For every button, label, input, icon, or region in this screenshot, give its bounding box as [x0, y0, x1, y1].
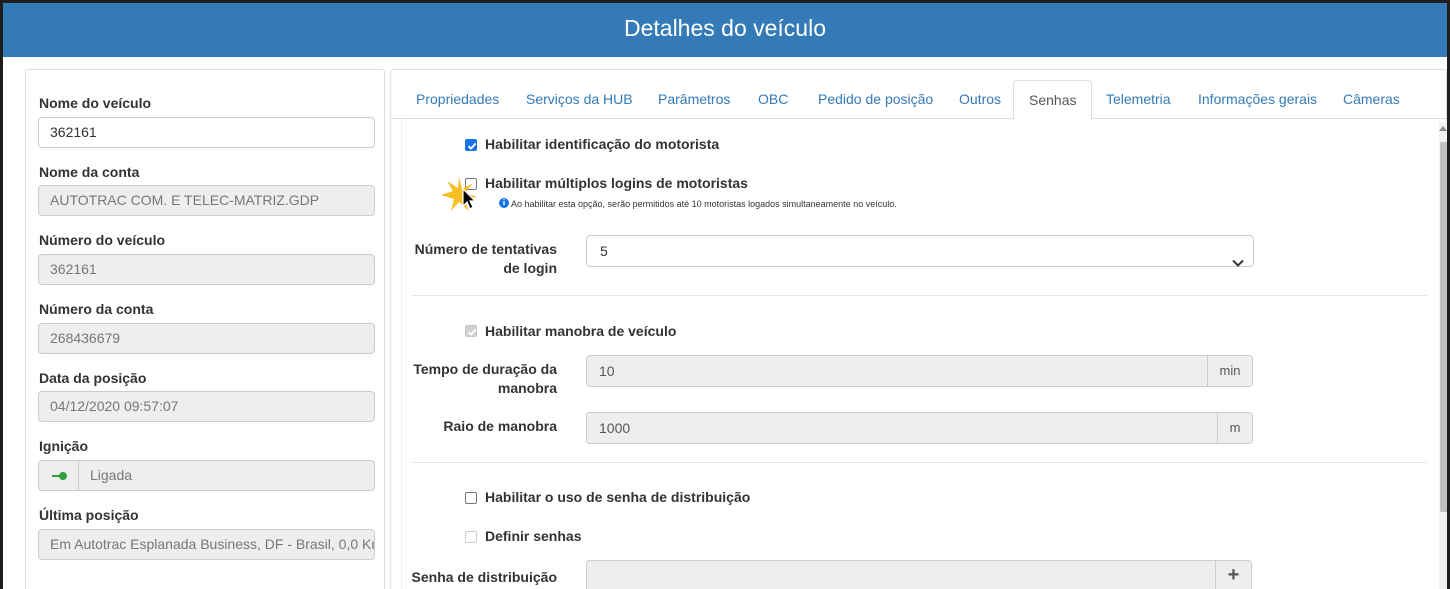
page-title: Detalhes do veículo	[623, 15, 826, 41]
account-name-field: AUTOTRAC COM. E TELEC-MATRIZ.GDP	[38, 185, 375, 216]
ignition-value: Ligada	[90, 467, 133, 483]
maneuver-radius-input[interactable]: 1000 m	[586, 412, 1253, 444]
vehicle-name-input[interactable]: 362161	[38, 117, 375, 148]
define-pwd-label: Definir senhas	[485, 528, 582, 544]
chevron-down-icon	[1232, 247, 1244, 277]
scrollbar-thumb[interactable]	[1440, 142, 1447, 512]
maneuver-label: Habilitar manobra de veículo	[485, 323, 677, 339]
account-number-field: 268436679	[38, 323, 375, 354]
driver-id-checkbox[interactable]	[465, 139, 477, 151]
content-scrollbar[interactable]	[1439, 122, 1447, 589]
vehicle-settings-panel: Propriedades Serviços da HUB Parâmetros …	[390, 69, 1447, 589]
ignition-label: Ignição	[39, 438, 89, 454]
vehicle-number-field: 362161	[38, 254, 375, 285]
maneuver-radius-label: Raio de manobra	[443, 418, 557, 434]
maneuver-duration-value: 10	[599, 363, 615, 379]
tab-pedido-posicao[interactable]: Pedido de posição	[803, 80, 948, 120]
section-divider	[412, 462, 1427, 463]
tab-telemetria[interactable]: Telemetria	[1091, 80, 1186, 120]
window-frame: Detalhes do veículo Nome do veículo 3621…	[0, 0, 1450, 589]
info-icon: i	[499, 198, 509, 208]
tab-obc[interactable]: OBC	[743, 80, 803, 120]
multi-login-label: Habilitar múltiplos logins de motoristas	[485, 175, 748, 191]
tab-senhas[interactable]: Senhas	[1013, 80, 1093, 120]
key-icon	[39, 461, 79, 490]
login-attempts-value: 5	[600, 243, 608, 259]
page-header: Detalhes do veículo	[3, 3, 1447, 57]
maneuver-duration-label-line1: Tempo de duração da	[413, 361, 557, 377]
account-number-label: Número da conta	[39, 301, 154, 317]
login-attempts-label: Número de tentativas de login	[407, 240, 557, 278]
position-date-label: Data da posição	[39, 370, 147, 386]
last-position-label: Última posição	[39, 507, 139, 523]
tab-servicos-hub[interactable]: Serviços da HUB	[511, 80, 648, 120]
maneuver-duration-label-line2: manobra	[497, 380, 557, 396]
add-password-button[interactable]: +	[1215, 561, 1251, 589]
vehicle-info-panel: Nome do veículo 362161 Nome da conta AUT…	[25, 69, 385, 589]
tab-cameras[interactable]: Câmeras	[1328, 80, 1415, 120]
account-name-label: Nome da conta	[39, 164, 140, 180]
tab-propriedades[interactable]: Propriedades	[401, 80, 514, 120]
position-date-field: 04/12/2020 09:57:07	[38, 391, 375, 422]
maneuver-checkbox[interactable]	[465, 325, 477, 337]
maneuver-duration-unit: min	[1207, 356, 1252, 386]
maneuver-radius-value: 1000	[599, 420, 631, 436]
multi-login-hint: Ao habilitar esta opção, serão permitido…	[511, 199, 897, 209]
tab-parametros[interactable]: Parâmetros	[643, 80, 745, 120]
login-attempts-label-line1: Número de tentativas	[414, 241, 557, 257]
login-attempts-label-line2: de login	[503, 260, 557, 276]
maneuver-duration-label: Tempo de duração da manobra	[407, 360, 557, 398]
login-attempts-select[interactable]: 5	[586, 235, 1254, 267]
driver-id-label: Habilitar identificação do motorista	[485, 136, 720, 152]
tab-informacoes-gerais[interactable]: Informações gerais	[1183, 80, 1332, 120]
distribution-pwd-enable-label: Habilitar o uso de senha de distribuição	[485, 489, 751, 505]
section-divider	[412, 295, 1427, 296]
senhas-tab-content: Habilitar identificação do motorista Hab…	[401, 119, 1436, 589]
maneuver-radius-unit: m	[1217, 413, 1252, 443]
distribution-pwd-checkbox[interactable]	[465, 492, 477, 504]
vehicle-number-label: Número do veículo	[39, 232, 166, 248]
ignition-field: Ligada	[38, 460, 375, 491]
define-pwd-checkbox[interactable]	[465, 531, 477, 543]
tab-outros[interactable]: Outros	[944, 80, 1016, 120]
distribution-pwd-input[interactable]: +	[586, 560, 1252, 589]
vehicle-name-label: Nome do veículo	[39, 95, 152, 111]
maneuver-duration-input[interactable]: 10 min	[586, 355, 1253, 387]
last-position-field: Em Autotrac Esplanada Business, DF - Bra…	[38, 529, 375, 560]
mouse-cursor-icon	[439, 175, 479, 220]
distribution-pwd-label: Senha de distribuição	[411, 569, 557, 585]
scroll-up-arrow-icon[interactable]	[1439, 126, 1447, 131]
settings-tabs: Propriedades Serviços da HUB Parâmetros …	[391, 70, 1446, 120]
